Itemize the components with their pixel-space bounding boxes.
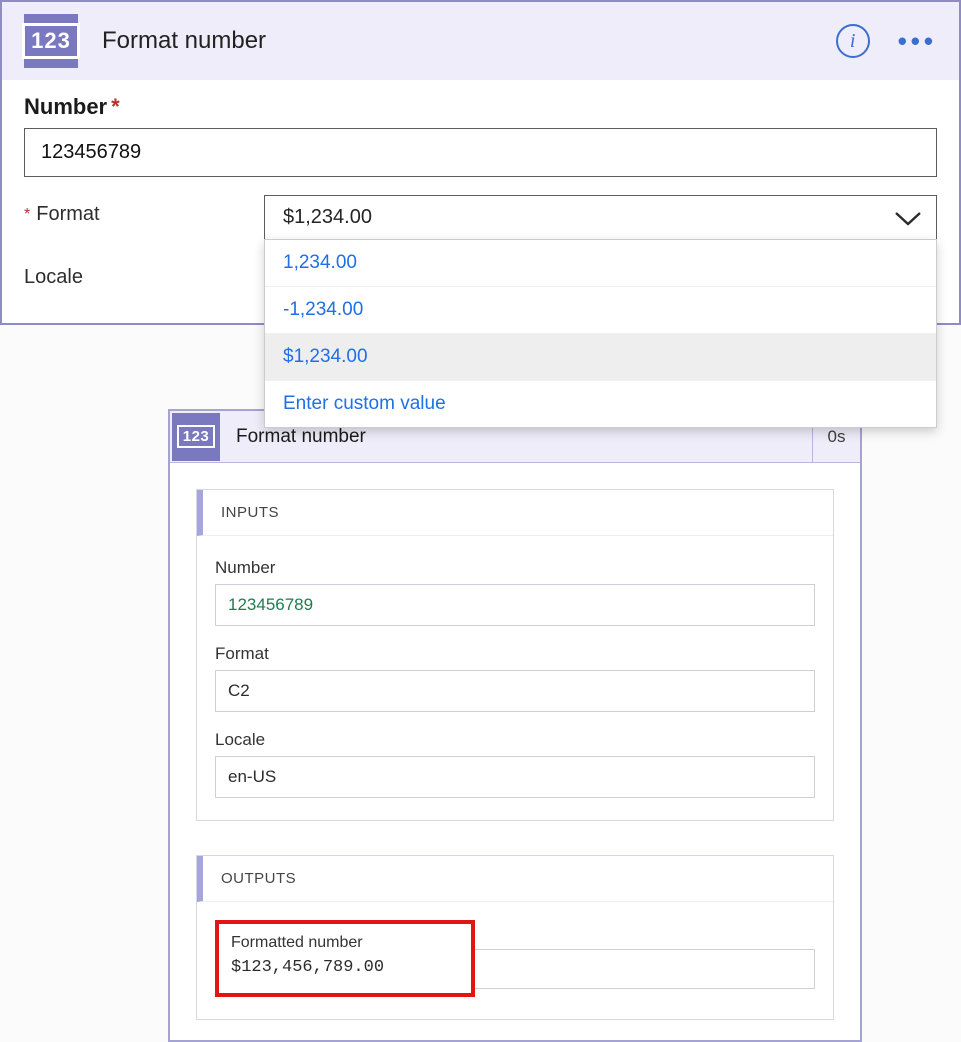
locale-label-text: Locale	[24, 266, 83, 289]
number-label: Number *	[24, 94, 937, 120]
format-label-text: Format	[36, 203, 99, 226]
output-value-overflow	[475, 949, 815, 989]
run-card-wrapper: ✓ 123 Format number 0s INPUTS Number 123…	[168, 409, 862, 1042]
outputs-title: OUTPUTS	[197, 856, 833, 902]
input-format: Format C2	[215, 644, 815, 712]
number-icon: 123	[24, 14, 78, 68]
input-locale: Locale en-US	[215, 730, 815, 798]
card-header[interactable]: 123 Format number i •••	[2, 2, 959, 80]
inputs-section: INPUTS Number 123456789 Format C2 Locale…	[196, 489, 834, 821]
format-row: * Format $1,234.00 1,234.00 -1,234.00 $1…	[24, 195, 937, 240]
input-value: C2	[215, 670, 815, 712]
required-asterisk: *	[24, 206, 30, 224]
more-icon[interactable]: •••	[898, 26, 937, 57]
format-number-designer-card: 123 Format number i ••• Number * * Forma…	[0, 0, 961, 325]
run-body: INPUTS Number 123456789 Format C2 Locale…	[170, 463, 860, 1040]
formatted-number-highlight: Formatted number $123,456,789.00	[215, 920, 475, 997]
format-option-custom[interactable]: Enter custom value	[265, 381, 936, 427]
card-body: Number * * Format $1,234.00 1,234.00 -1,…	[2, 80, 959, 323]
number-icon-text: 123	[22, 23, 80, 59]
outputs-section: OUTPUTS Formatted number $123,456,789.00	[196, 855, 834, 1020]
number-label-text: Number	[24, 94, 107, 120]
input-label: Format	[215, 644, 815, 664]
inputs-title: INPUTS	[197, 490, 833, 536]
number-icon-text: 123	[177, 425, 216, 448]
input-number: Number 123456789	[215, 558, 815, 626]
chevron-down-icon	[894, 210, 922, 233]
info-icon[interactable]: i	[836, 24, 870, 58]
required-asterisk: *	[111, 94, 120, 120]
format-number-run-card: 123 Format number 0s INPUTS Number 12345…	[168, 409, 862, 1042]
format-option[interactable]: -1,234.00	[265, 287, 936, 334]
number-icon: 123	[172, 413, 220, 461]
run-title: Format number	[222, 426, 812, 448]
input-value: en-US	[215, 756, 815, 798]
output-value: $123,456,789.00	[231, 958, 459, 977]
format-dropdown: 1,234.00 -1,234.00 $1,234.00 Enter custo…	[264, 239, 937, 428]
format-option[interactable]: 1,234.00	[265, 240, 936, 287]
format-select[interactable]: $1,234.00	[264, 195, 937, 240]
output-label: Formatted number	[231, 934, 459, 952]
format-label: * Format	[24, 195, 264, 226]
card-title: Format number	[102, 27, 836, 55]
input-label: Number	[215, 558, 815, 578]
format-selected-value: $1,234.00	[283, 206, 372, 228]
format-option[interactable]: $1,234.00	[265, 334, 936, 381]
input-value: 123456789	[215, 584, 815, 626]
input-label: Locale	[215, 730, 815, 750]
number-input[interactable]	[24, 128, 937, 177]
locale-label: Locale	[24, 258, 264, 289]
